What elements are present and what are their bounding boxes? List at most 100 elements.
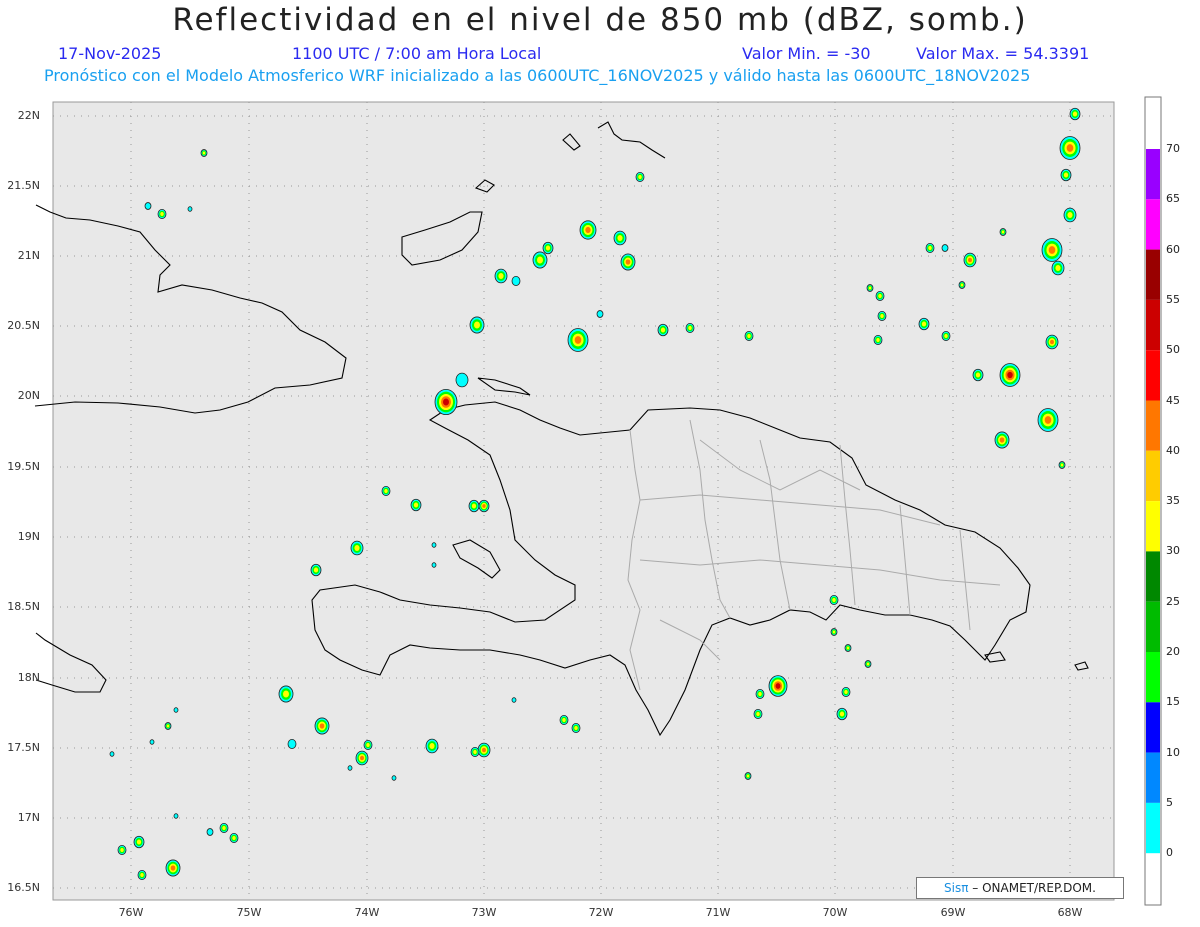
reflectivity-cell [431,562,437,568]
reflectivity-cell [511,275,521,286]
reflectivity-cell [746,774,750,778]
reflectivity-cell [173,707,179,713]
reflectivity-cell [866,662,870,666]
colorbar-swatch [1146,752,1160,803]
reflectivity-cell [545,245,551,251]
reflectivity-cell [498,273,504,279]
reflectivity-cell [391,775,397,781]
reflectivity-cell [1055,265,1061,271]
reflectivity-cell [832,630,836,634]
reflectivity-cell [109,751,115,757]
map-plot-area [52,101,1115,901]
reflectivity-cell [999,437,1005,443]
lat-label: 22N [17,109,40,122]
credit-text: – ONAMET/REP.DOM. [972,881,1096,895]
reflectivity-cell [431,542,437,548]
reflectivity-cell [596,310,604,318]
reflectivity-cell [880,314,884,318]
colorbar-swatch [1146,450,1160,502]
lon-label: 75W [236,906,262,919]
reflectivity-cell [455,372,469,388]
colorbar-label: 15 [1166,695,1180,709]
reflectivity-cell [170,865,176,871]
reflectivity-cell [429,743,435,749]
reflectivity-cell [160,212,164,216]
colorbar-swatch [1146,350,1160,401]
reflectivity-cell [354,545,360,551]
lon-label: 74W [354,906,380,919]
lat-label: 19N [17,530,40,543]
reflectivity-cell [149,739,155,745]
lat-label: 18N [17,671,40,684]
reflectivity-cell [537,256,543,264]
reflectivity-cell [617,235,623,241]
colorbar [1144,96,1162,906]
reflectivity-cell [1001,230,1005,234]
colorbar-swatch [1146,551,1160,602]
reflectivity-cell [166,724,170,728]
colorbar-swatch [1146,199,1160,250]
lat-label: 21.5N [7,179,40,192]
reflectivity-cell [975,372,981,378]
reflectivity-cell [960,283,964,287]
reflectivity-cell [968,257,972,263]
reflectivity-cell [868,286,872,290]
lon-label: 72W [588,906,614,919]
colorbar-label: 20 [1166,645,1180,658]
colorbar-label: 50 [1166,343,1180,357]
reflectivity-cell [360,755,364,761]
reflectivity-cell [574,336,582,344]
reflectivity-cell [443,398,449,406]
lat-label: 21N [17,249,40,262]
reflectivity-cell [758,692,762,696]
colorbar-label: 5 [1166,795,1173,809]
reflectivity-cell [140,873,144,877]
reflectivity-cell [839,711,845,717]
reflectivity-cell [747,334,751,338]
reflectivity-cell [756,712,760,716]
colorbar-swatch [1146,400,1160,451]
colorbar-swatch [1146,501,1160,552]
reflectivity-cell [1063,172,1069,178]
reflectivity-cell [287,739,297,750]
colorbar-swatch [1146,802,1160,854]
colorbar-swatch [1146,299,1160,351]
reflectivity-cell [625,259,631,265]
sispi-logo: Sisπ [944,881,969,895]
reflectivity-cell [222,826,226,830]
reflectivity-cell [638,175,642,179]
reflectivity-cell [1044,416,1052,424]
lat-label: 17.5N [7,741,40,754]
reflectivity-cell [574,726,578,730]
reflectivity-cell [206,828,214,836]
reflectivity-cell [232,836,236,840]
reflectivity-cell [921,321,927,327]
reflectivity-cell [1007,371,1013,379]
colorbar-label: 35 [1166,494,1180,508]
credit-box: Sisπ – ONAMET/REP.DOM. [916,877,1124,899]
reflectivity-cell [585,226,591,234]
reflectivity-cell [1060,463,1064,467]
reflectivity-cell [660,327,666,333]
reflectivity-cell [471,503,477,509]
reflectivity-map [34,96,1162,906]
reflectivity-cell [562,718,566,722]
reflectivity-cell [202,151,206,155]
reflectivity-cell [144,202,152,210]
colorbar-swatch [1146,702,1160,753]
reflectivity-cell [313,567,319,573]
reflectivity-cell [319,723,325,729]
colorbar-label: 30 [1166,544,1180,558]
reflectivity-cell [482,504,486,508]
colorbar-swatch [1146,149,1160,200]
reflectivity-cell [187,206,193,212]
reflectivity-cell [347,765,353,771]
reflectivity-cell [832,598,836,602]
colorbar-label: 10 [1166,745,1180,759]
lat-label: 20.5N [7,319,40,332]
reflectivity-cell [120,848,124,852]
reflectivity-cell [384,489,388,493]
reflectivity-cell [844,690,848,694]
reflectivity-cell [1067,212,1073,218]
reflectivity-cell [928,246,932,250]
